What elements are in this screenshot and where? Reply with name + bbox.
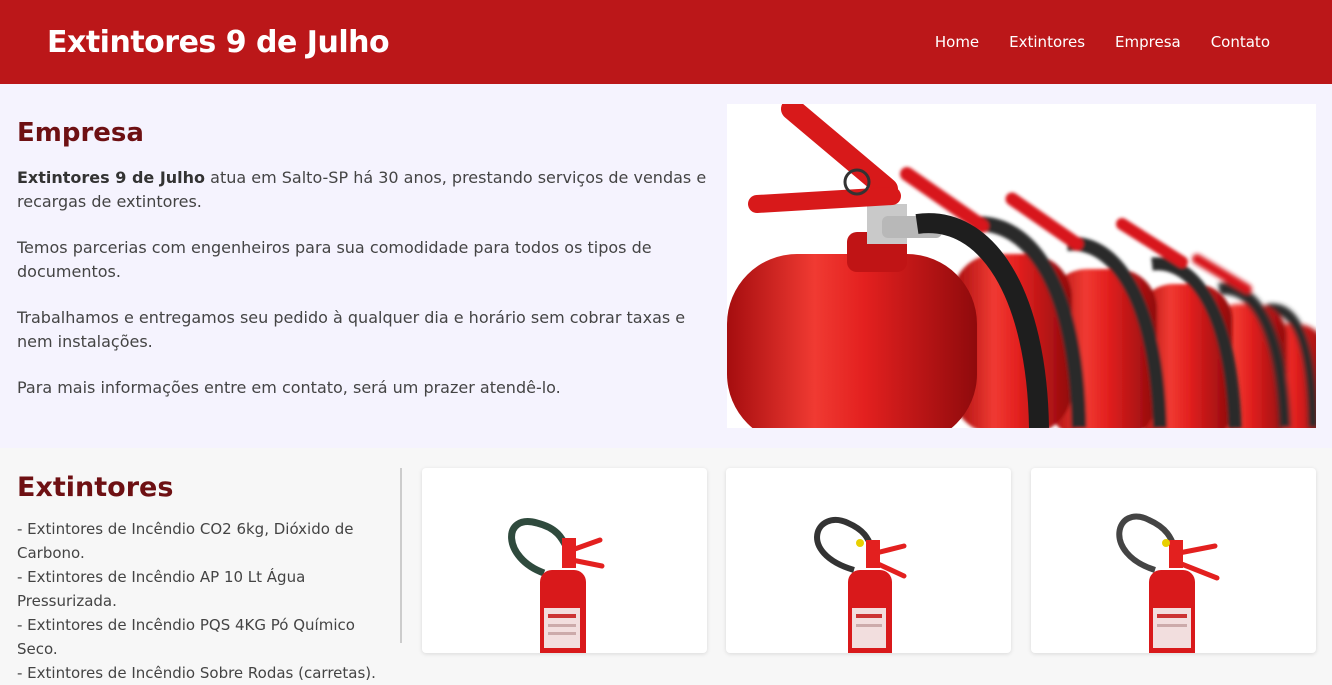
extinguisher-product-image-1 bbox=[508, 518, 605, 653]
extinguisher-product-image-2 bbox=[814, 517, 907, 653]
empresa-heading: Empresa bbox=[17, 118, 144, 148]
nav-extintores[interactable]: Extintores bbox=[1009, 33, 1085, 51]
brand-title[interactable]: Extintores 9 de Julho bbox=[47, 25, 390, 60]
empresa-brand-bold: Extintores 9 de Julho bbox=[17, 168, 206, 187]
nav-empresa[interactable]: Empresa bbox=[1115, 33, 1181, 51]
empresa-paragraph-1: Extintores 9 de Julho atua em Salto-SP h… bbox=[17, 166, 717, 214]
extintores-item-co2: - Extintores de Incêndio CO2 6kg, Dióxid… bbox=[17, 520, 354, 562]
product-card-2[interactable] bbox=[726, 468, 1011, 653]
extintores-list: Extintores - Extintores de Incêndio CO2 … bbox=[17, 472, 397, 685]
nav-home[interactable]: Home bbox=[935, 33, 979, 51]
extinguishers-row-image bbox=[727, 104, 1316, 428]
empresa-text: Empresa Extintores 9 de Julho atua em Sa… bbox=[17, 118, 717, 422]
section-divider bbox=[400, 468, 402, 643]
site-header: Extintores 9 de Julho Home Extintores Em… bbox=[0, 0, 1332, 84]
nav-contato[interactable]: Contato bbox=[1211, 33, 1270, 51]
product-card-1[interactable] bbox=[422, 468, 707, 653]
extintores-item-ap: - Extintores de Incêndio AP 10 Lt Água P… bbox=[17, 568, 306, 610]
main-nav: Home Extintores Empresa Contato bbox=[935, 33, 1270, 51]
empresa-paragraph-4: Para mais informações entre em contato, … bbox=[17, 378, 561, 397]
extintores-section: Extintores - Extintores de Incêndio CO2 … bbox=[0, 448, 1332, 682]
extintores-heading: Extintores bbox=[17, 472, 174, 503]
extintores-item-pqs: - Extintores de Incêndio PQS 4KG Pó Quím… bbox=[17, 616, 355, 658]
product-card-3[interactable] bbox=[1031, 468, 1316, 653]
empresa-paragraph-2: Temos parcerias com engenheiros para sua… bbox=[17, 238, 652, 281]
extinguisher-product-image-3 bbox=[1116, 513, 1220, 653]
empresa-paragraph-3: Trabalhamos e entregamos seu pedido à qu… bbox=[17, 308, 686, 351]
empresa-section: Empresa Extintores 9 de Julho atua em Sa… bbox=[0, 84, 1332, 448]
extintores-item-rodas: - Extintores de Incêndio Sobre Rodas (ca… bbox=[17, 664, 376, 682]
